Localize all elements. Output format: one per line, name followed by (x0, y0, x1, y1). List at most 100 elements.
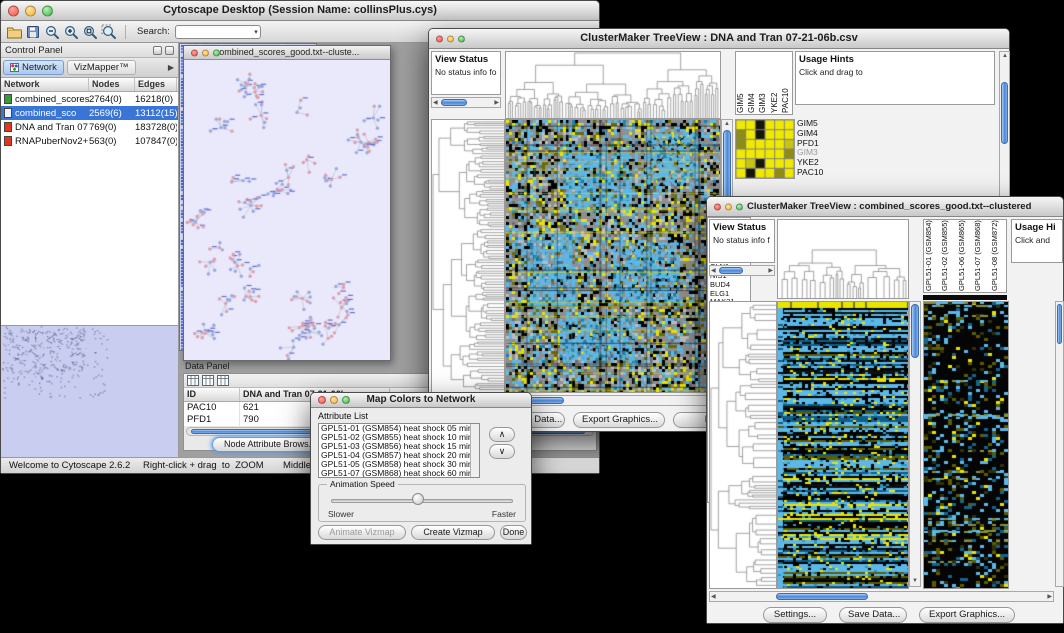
attribute-list-item[interactable]: GPL51-07 (GSM868) heat shock 60 min (319, 469, 470, 477)
scrollbar-thumb[interactable] (723, 130, 731, 206)
tab-scroll-arrow-icon[interactable]: ▶ (168, 63, 174, 72)
status-scrollbar-horizontal[interactable]: ◀ ▶ (709, 265, 775, 276)
expression-heatmap[interactable] (505, 119, 721, 393)
float-panel-icon[interactable] (153, 46, 162, 55)
heatmap-scrollbar-vertical[interactable]: ▲ ▼ (909, 301, 921, 587)
treeview-combined-titlebar[interactable]: ClusterMaker TreeView : combined_scores_… (707, 197, 1063, 217)
column-dendrogram[interactable] (505, 51, 721, 119)
network-view-titlebar[interactable]: combined_scores_good.txt--cluste... (184, 46, 390, 60)
main-window-title: Cytoscape Desktop (Session Name: collins… (163, 4, 437, 16)
expression-heatmap[interactable] (777, 301, 909, 589)
dialog-titlebar[interactable]: Map Colors to Network (311, 393, 531, 408)
done-button[interactable]: Done (500, 525, 527, 540)
settings-button[interactable]: Settings... (763, 607, 827, 623)
move-up-button[interactable]: ∧ (489, 427, 515, 442)
scroll-right-icon[interactable]: ▶ (768, 267, 773, 276)
scroll-left-icon[interactable]: ◀ (433, 99, 438, 108)
table-mode-icon[interactable] (187, 375, 199, 386)
scroll-right-icon[interactable]: ▶ (1047, 593, 1052, 602)
scroll-left-icon[interactable]: ◀ (711, 593, 716, 602)
export-graphics-button[interactable]: Export Graphics... (919, 607, 1015, 623)
close-window-icon[interactable] (8, 5, 19, 16)
desktop: Cytoscape Desktop (Session Name: collins… (0, 0, 1064, 633)
view-status-panel: View Status No status info f (709, 219, 775, 263)
column-header[interactable]: Edges (135, 78, 177, 91)
network-view-window[interactable]: combined_scores_good.txt--cluste... (183, 45, 391, 361)
network-overview-thumbnail[interactable] (1, 325, 178, 457)
scrollbar-thumb[interactable] (441, 99, 467, 106)
close-window-icon[interactable] (714, 203, 721, 210)
gene-list-scrollbar[interactable] (1055, 301, 1064, 587)
tab-network[interactable]: Network (3, 60, 64, 75)
status-zoom-hint: Right-click + drag to ZOOM (143, 460, 264, 471)
scrollbar-thumb[interactable] (471, 424, 479, 440)
network-table-row[interactable]: RNAPuberNov2+563(0)107847(0) (1, 134, 178, 148)
heatmap-scrollbar-horizontal[interactable]: ◀ ▶ (709, 591, 1054, 602)
zoom-window-icon[interactable] (42, 5, 53, 16)
close-window-icon[interactable] (191, 49, 198, 56)
close-window-icon[interactable] (318, 396, 326, 404)
zoom-out-icon[interactable] (43, 23, 61, 41)
network-table-row[interactable]: combined_scores2764(0)16218(0) (1, 92, 178, 106)
zoom-fit-icon[interactable] (81, 23, 99, 41)
attribute-select-icon[interactable] (202, 375, 214, 386)
search-dropdown-icon[interactable]: ▾ (254, 26, 258, 39)
attribute-listbox[interactable]: GPL51-01 (GSM854) heat shock 05 minGPL51… (318, 423, 480, 478)
network-edges: 16218(0) (135, 94, 177, 105)
row-dendrogram[interactable] (431, 119, 505, 393)
zoom-window-icon[interactable] (342, 396, 350, 404)
minimize-window-icon[interactable] (447, 35, 454, 42)
array-column-label: GPL51-06 (GSM865) (957, 220, 973, 292)
usage-hints-title: Usage Hints (799, 54, 991, 65)
zoom-window-icon[interactable] (213, 49, 220, 56)
minimize-window-icon[interactable] (25, 5, 36, 16)
scroll-up-icon[interactable]: ▲ (724, 120, 730, 129)
column-header[interactable]: Nodes (89, 78, 135, 91)
treeview-dna-titlebar[interactable]: ClusterMaker TreeView : DNA and Tran 07-… (429, 29, 1009, 49)
column-dendrogram[interactable] (777, 219, 909, 299)
scrollbar-thumb[interactable] (911, 304, 919, 358)
minimize-window-icon[interactable] (725, 203, 732, 210)
zoom-heatmap[interactable] (923, 301, 1009, 589)
create-vizmap-button[interactable]: Create Vizmap (411, 525, 495, 540)
zoom-in-icon[interactable] (62, 23, 80, 41)
save-data-button[interactable]: Save Data... (839, 607, 907, 623)
scroll-down-icon[interactable]: ▼ (912, 577, 918, 586)
zoom-window-icon[interactable] (736, 203, 743, 210)
correlation-matrix[interactable] (735, 119, 795, 179)
open-session-icon[interactable] (5, 23, 23, 41)
column-summary-bar (923, 295, 1007, 300)
scrollbar-thumb[interactable] (1057, 304, 1062, 344)
window-controls (318, 396, 350, 404)
main-window-titlebar[interactable]: Cytoscape Desktop (Session Name: collins… (1, 1, 599, 21)
matrix-mode-icon[interactable] (217, 375, 229, 386)
attribute-list-scrollbar[interactable] (470, 424, 479, 477)
zoom-selected-icon[interactable] (100, 23, 118, 41)
tab-vizmapper[interactable]: VizMapper™ (67, 60, 136, 75)
scrollbar-thumb[interactable] (1001, 82, 1008, 144)
close-window-icon[interactable] (436, 35, 443, 42)
scroll-right-icon[interactable]: ▶ (494, 99, 499, 108)
network-canvas[interactable] (184, 60, 390, 360)
zoom-window-icon[interactable] (458, 35, 465, 42)
export-graphics-button[interactable]: Export Graphics... (573, 412, 665, 428)
close-panel-icon[interactable] (165, 46, 174, 55)
minimize-window-icon[interactable] (330, 396, 338, 404)
animate-vizmap-button[interactable]: Animate Vizmap (318, 525, 406, 540)
column-header[interactable]: Network (1, 78, 89, 91)
save-session-icon[interactable] (24, 23, 42, 41)
status-scrollbar-horizontal[interactable]: ◀ ▶ (431, 97, 501, 108)
move-down-button[interactable]: ∨ (489, 444, 515, 459)
search-input[interactable]: ▾ (175, 25, 261, 39)
scroll-left-icon[interactable]: ◀ (711, 267, 716, 276)
network-table-row[interactable]: combined_sco2569(6)13112(15) (1, 106, 178, 120)
scroll-up-icon[interactable]: ▲ (1002, 52, 1008, 61)
scrollbar-thumb[interactable] (719, 267, 743, 274)
speed-slider-thumb[interactable] (412, 493, 424, 505)
minimize-window-icon[interactable] (202, 49, 209, 56)
scrollbar-thumb[interactable] (776, 593, 868, 600)
row-dendrogram[interactable] (709, 301, 777, 589)
network-table-empty-area (1, 148, 178, 325)
network-table-row[interactable]: DNA and Tran 07769(0)183728(0) (1, 120, 178, 134)
column-header[interactable]: ID (184, 388, 240, 401)
